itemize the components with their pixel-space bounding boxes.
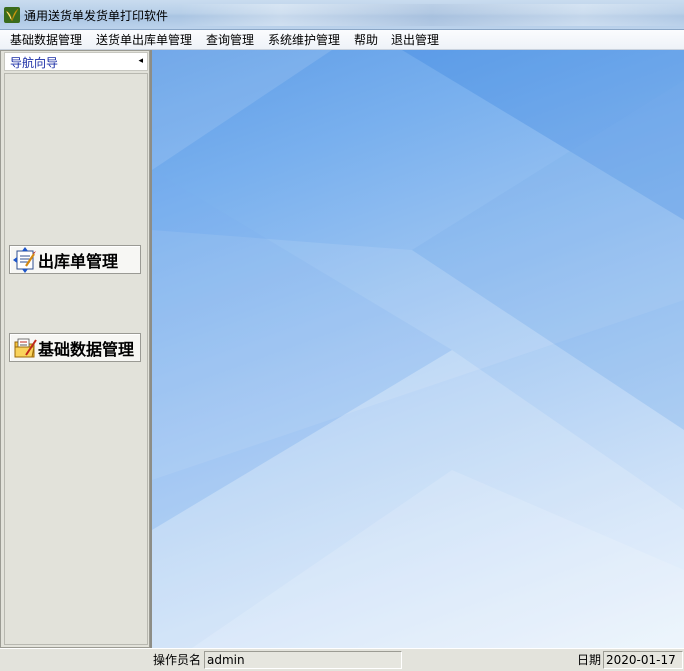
title-bar-background (180, 4, 684, 26)
nav-header: 导航向导 ◂ (4, 52, 148, 71)
basic-data-management-button[interactable]: 基础数据管理 (9, 333, 141, 362)
window-title: 通用送货单发货单打印软件 (24, 9, 169, 23)
app-logo-icon (4, 7, 20, 23)
operator-label: 操作员名 (153, 653, 202, 667)
status-bar: 操作员名 admin 日期 2020-01-17 (0, 648, 684, 671)
outbound-management-label: 出库单管理 (38, 251, 119, 271)
menu-system-maintenance[interactable]: 系统维护管理 (266, 32, 342, 48)
title-bar: 通用送货单发货单打印软件 (0, 0, 684, 30)
operator-value: admin (204, 651, 402, 669)
menu-query[interactable]: 查询管理 (204, 32, 256, 48)
basic-data-management-label: 基础数据管理 (38, 339, 135, 359)
desktop-background-pattern (152, 50, 684, 648)
menu-basic-data[interactable]: 基础数据管理 (8, 32, 84, 48)
outbound-management-button[interactable]: 出库单管理 (9, 245, 141, 274)
menu-delivery-outbound[interactable]: 送货单出库单管理 (94, 32, 194, 48)
main-workspace (152, 50, 684, 648)
date-label: 日期 (577, 653, 602, 667)
data-folder-icon (14, 338, 37, 357)
menu-exit[interactable]: 退出管理 (389, 32, 441, 48)
menu-bar: 基础数据管理 送货单出库单管理 查询管理 系统维护管理 帮助 退出管理 (0, 30, 684, 50)
collapse-arrow-icon[interactable]: ◂ (138, 56, 143, 66)
outbound-document-icon (13, 246, 36, 273)
nav-button-area: 出库单管理 基础数据管理 (4, 73, 148, 645)
date-value: 2020-01-17 (603, 651, 683, 669)
navigation-panel: 导航向导 ◂ 出库单管理 基础数据管理 (0, 50, 150, 648)
nav-title: 导航向导 (10, 56, 59, 70)
menu-help[interactable]: 帮助 (352, 32, 380, 48)
